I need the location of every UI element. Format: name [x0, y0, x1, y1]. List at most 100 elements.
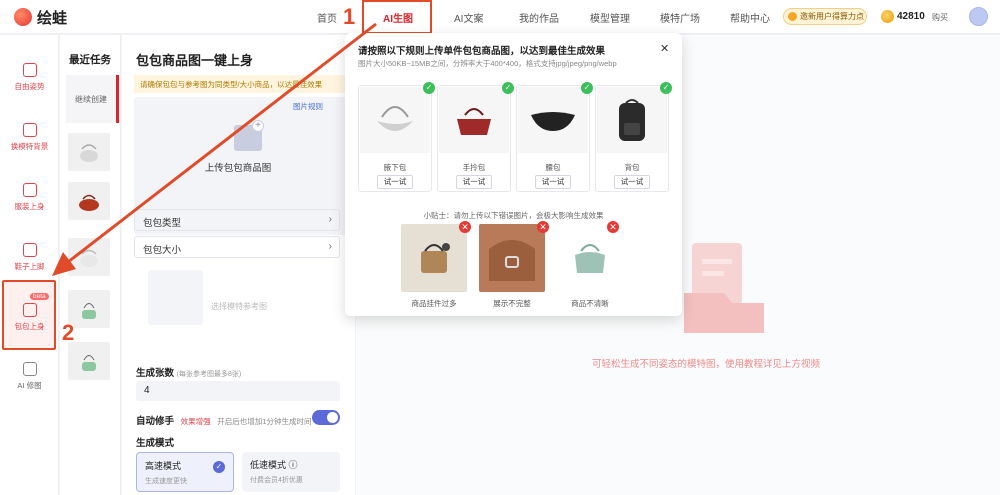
mode-description: 付费会员4折优惠 — [250, 477, 303, 484]
sidebar: 自由姿势 换模特背景 服装上身 鞋子上脚 包包上身 beta AI 修图 — [0, 35, 59, 495]
auto-fix-row: 自动修手 效果增强 开启后也增加1分钟生成时间 — [136, 413, 311, 427]
dress-icon — [22, 183, 37, 197]
gift-icon — [788, 12, 797, 21]
handbag-icon — [457, 108, 491, 135]
buy-link[interactable]: 购买 — [932, 12, 948, 23]
example-image — [597, 87, 667, 153]
recent-task-thumb[interactable] — [68, 238, 110, 276]
empty-illustration-icon — [684, 243, 764, 333]
cluttered-bag-icon — [421, 243, 450, 273]
check-icon: ✓ — [423, 82, 435, 94]
tip-text: 小贴士：请勿上传以下错误图片，会极大影响生成效果 — [423, 211, 604, 220]
continue-create-button[interactable]: 继续创建 — [66, 75, 119, 123]
nav-help-center[interactable]: 帮助中心 — [730, 10, 770, 25]
bad-example-card: ✕ 商品挂件过多 — [401, 221, 471, 308]
sidebar-item-label: 鞋子上脚 — [14, 262, 45, 271]
image-placeholder-icon — [148, 270, 203, 325]
sidebar-item-dress[interactable]: 服装上身 — [0, 183, 59, 212]
nav-model-plaza[interactable]: 模特广场 — [660, 10, 700, 25]
mode-label: 生成模式 — [136, 438, 175, 449]
recent-tasks: 最近任务 继续创建 — [60, 35, 121, 495]
nav-home[interactable]: 首页 — [317, 10, 337, 25]
reference-placeholder: 选择模特参考图 — [211, 302, 267, 311]
plus-icon: + — [252, 120, 264, 132]
green-bag-icon — [82, 355, 96, 371]
sidebar-item-ai-retouch[interactable]: AI 修图 — [0, 362, 59, 391]
bad-example-image — [401, 224, 467, 292]
example-image — [360, 87, 430, 153]
enhance-badge: 效果增强 — [180, 417, 211, 426]
error-icon: ✕ — [537, 221, 549, 233]
popover-title: 请按照以下规则上传单件包包商品图，以达到最佳生成效果 — [358, 46, 606, 57]
sidebar-item-label: 换模特背景 — [10, 142, 49, 151]
try-button[interactable]: 试一试 — [377, 175, 413, 189]
model-reference-picker[interactable]: 选择模特参考图 — [134, 270, 354, 348]
annotation-number-2: 2 — [62, 320, 75, 345]
sidebar-item-bag[interactable]: 包包上身 — [0, 303, 59, 332]
nav-model-manage[interactable]: 模型管理 — [590, 10, 630, 25]
logo[interactable]: 绘蛙 — [14, 7, 67, 27]
sidebar-item-shoes[interactable]: 鞋子上脚 — [0, 243, 59, 272]
nav-my-works[interactable]: 我的作品 — [519, 10, 559, 25]
credits-count: 42810 — [897, 11, 925, 22]
beta-badge: beta — [30, 293, 49, 300]
chevron-right-icon: › — [328, 214, 332, 225]
auto-fix-toggle[interactable] — [312, 410, 340, 425]
auto-fix-label: 自动修手 — [136, 416, 175, 427]
blurry-bag-icon — [575, 244, 605, 273]
red-round-bag-icon — [79, 194, 99, 211]
bag-size-select[interactable]: 包包大小 › — [134, 236, 340, 258]
model-swap-icon — [22, 123, 37, 137]
check-icon: ✓ — [581, 82, 593, 94]
count-label-row: 生成张数 (每张参考图最多8张) — [136, 365, 241, 379]
shoulder-bag-icon — [377, 106, 413, 131]
count-input[interactable]: 4 — [136, 381, 340, 401]
bad-example-image — [479, 224, 545, 292]
annotation-number-1: 1 — [343, 4, 356, 29]
try-button[interactable]: 试一试 — [535, 175, 571, 189]
silver-bag-icon — [80, 144, 98, 162]
close-icon[interactable]: ✕ — [660, 42, 669, 55]
logo-icon — [14, 8, 32, 26]
waist-bag-icon — [531, 112, 575, 131]
bad-example-card: ✕ 展示不完整 — [479, 221, 549, 308]
check-icon: ✓ — [660, 82, 672, 94]
sidebar-item-label: 包包上身 — [14, 322, 45, 331]
bag-type-select[interactable]: 包包类型 › — [134, 209, 340, 231]
chevron-right-icon: › — [328, 241, 332, 252]
image-rules-link[interactable]: 图片规则 — [293, 101, 323, 112]
error-icon: ✕ — [459, 221, 471, 233]
avatar[interactable] — [969, 7, 988, 26]
recent-task-thumb[interactable] — [68, 290, 110, 328]
invite-promo-button[interactable]: 邀新用户得算力点 — [783, 8, 867, 25]
app-name: 绘蛙 — [37, 9, 68, 27]
fast-mode-option[interactable]: 高速模式 生成速度更快 ✓ — [136, 452, 234, 492]
example-name: 背包 — [624, 163, 640, 172]
recent-task-thumb[interactable] — [68, 133, 110, 171]
upload-label: 上传包包商品图 — [204, 163, 272, 174]
recent-task-thumb[interactable] — [68, 182, 110, 220]
example-name: 腰包 — [545, 163, 561, 172]
auto-fix-description: 开启后也增加1分钟生成时间 — [217, 417, 312, 426]
sidebar-item-free-pose[interactable]: 自由姿势 — [0, 63, 59, 92]
top-bar: 绘蛙 首页 AI生图 AI文案 我的作品 模型管理 模特广场 帮助中心 邀新用户… — [0, 0, 1000, 34]
nav-ai-copy[interactable]: AI文案 — [454, 10, 483, 25]
shoe-icon — [22, 243, 37, 257]
example-image — [518, 87, 588, 153]
bad-example-card: ✕ 商品不清晰 — [557, 221, 623, 308]
coin-icon — [881, 10, 894, 23]
sidebar-item-label: 自由姿势 — [14, 82, 45, 91]
recent-task-thumb[interactable] — [68, 342, 110, 380]
sidebar-item-model-swap[interactable]: 换模特背景 — [0, 123, 59, 152]
sidebar-item-label: 服装上身 — [14, 202, 45, 211]
retouch-icon — [22, 362, 37, 376]
try-button[interactable]: 试一试 — [456, 175, 492, 189]
example-card: ✓ 腰包 试一试 — [516, 82, 593, 192]
try-button[interactable]: 试一试 — [614, 175, 650, 189]
example-card: ✓ 背包 试一试 — [595, 82, 672, 192]
white-bag-icon — [80, 249, 98, 267]
bag-size-label: 包包大小 — [143, 245, 182, 256]
pose-icon — [22, 63, 37, 77]
page-title: 包包商品图一键上身 — [136, 53, 254, 68]
slow-mode-option[interactable]: 低速模式 ⓘ 付费会员4折优惠 — [242, 452, 340, 492]
